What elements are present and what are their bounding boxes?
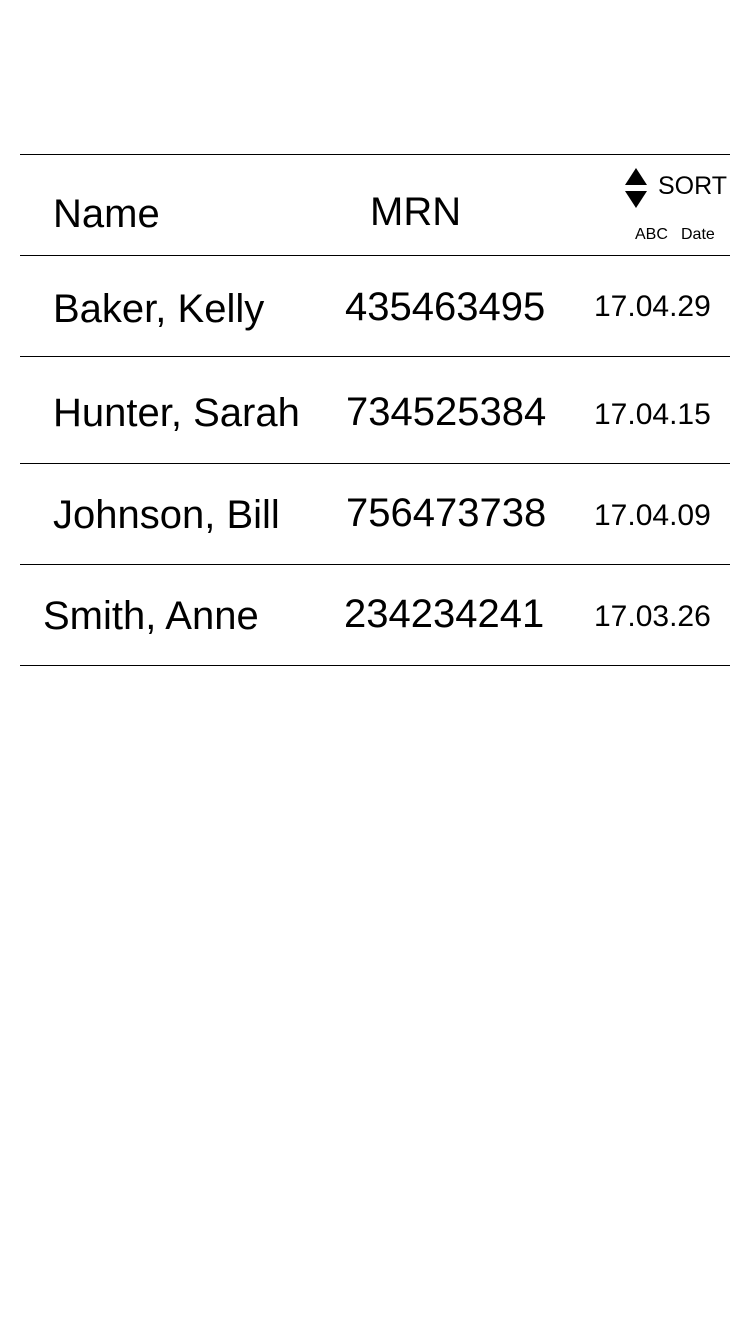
sort-up-down-icon[interactable]	[625, 168, 647, 210]
patient-name: Baker, Kelly	[53, 287, 265, 331]
table-row[interactable]: Johnson, Bill 756473738 17.04.09	[20, 463, 730, 564]
patient-name: Johnson, Bill	[53, 493, 280, 537]
patient-date: 17.04.15	[594, 398, 711, 431]
sort-label[interactable]: SORT	[658, 172, 727, 201]
patient-name: Smith, Anne	[43, 594, 259, 638]
sort-control[interactable]: SORT ABC Date	[625, 168, 727, 248]
patient-mrn: 734525384	[346, 390, 547, 434]
column-header-name[interactable]: Name	[53, 194, 160, 234]
patient-name: Hunter, Sarah	[53, 391, 300, 435]
patient-date: 17.04.09	[594, 499, 711, 532]
patient-date: 17.03.26	[594, 600, 711, 633]
patient-date: 17.04.29	[594, 290, 711, 323]
table-bottom-divider	[20, 665, 730, 666]
column-header-mrn[interactable]: MRN	[370, 192, 461, 232]
patient-mrn: 234234241	[344, 592, 545, 636]
table-row[interactable]: Baker, Kelly 435463495 17.04.29	[20, 255, 730, 356]
table-row[interactable]: Smith, Anne 234234241 17.03.26	[20, 564, 730, 665]
table-row[interactable]: Hunter, Sarah 734525384 17.04.15	[20, 356, 730, 463]
sort-option-date[interactable]: Date	[681, 226, 715, 244]
patient-mrn: 435463495	[345, 285, 546, 329]
patient-mrn: 756473738	[346, 491, 547, 535]
table-top-divider	[20, 154, 730, 155]
sort-option-abc[interactable]: ABC	[635, 226, 668, 244]
